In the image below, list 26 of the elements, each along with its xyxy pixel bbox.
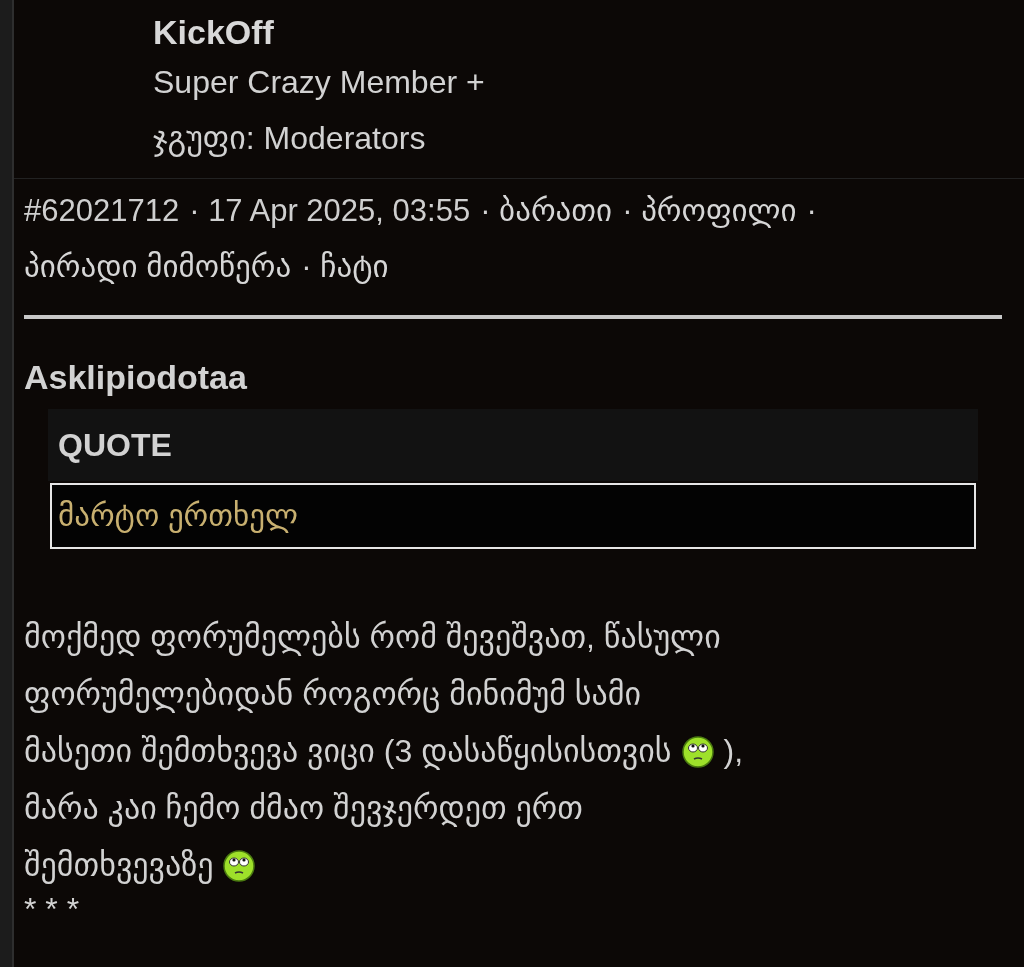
post-text: შემთხვევაზე	[24, 846, 214, 886]
post-text: ),	[723, 732, 744, 771]
post-separator-text: * * *	[24, 894, 81, 924]
quoted-author: Asklipiodotaa	[24, 357, 248, 398]
quote-text: მარტო ერთხელ	[50, 483, 976, 549]
post-text: ფორუმელებიდან როგორც მინიმუმ სამი	[24, 675, 642, 715]
separator-dot: ·	[806, 193, 817, 228]
post-text: მასეთი შემთხვევა ვიცი (3 დასაწყისისთვის	[24, 732, 672, 772]
post-text: მარა კაი ჩემო ძმაო შევჯერდეთ ერთ	[24, 789, 583, 829]
separator-dot: ·	[622, 193, 633, 228]
quote-header: QUOTE	[48, 409, 978, 481]
post-meta-text: 17 Apr 2025, 03:55	[208, 193, 471, 228]
post-link[interactable]: ბარათი	[499, 193, 613, 228]
author-name[interactable]: KickOff	[153, 10, 1024, 54]
post-text: მოქმედ ფორუმელებს რომ შევეშვათ, წასული	[24, 618, 721, 658]
separator-dot: ·	[480, 193, 491, 228]
post-link[interactable]: პროფილი	[641, 193, 797, 228]
smiley-icon	[223, 849, 256, 882]
member-rank: Super Crazy Member +	[153, 63, 486, 102]
separator-dot: ·	[301, 249, 312, 284]
post-link[interactable]: ჩატი	[320, 249, 389, 284]
smiley-icon	[681, 735, 714, 768]
post-link[interactable]: პირადი მიმოწერა	[24, 249, 292, 284]
post-meta-text: #62021712	[24, 193, 180, 228]
member-group: ჯგუფი: Moderators	[153, 110, 1024, 166]
separator-dot: ·	[189, 193, 200, 228]
